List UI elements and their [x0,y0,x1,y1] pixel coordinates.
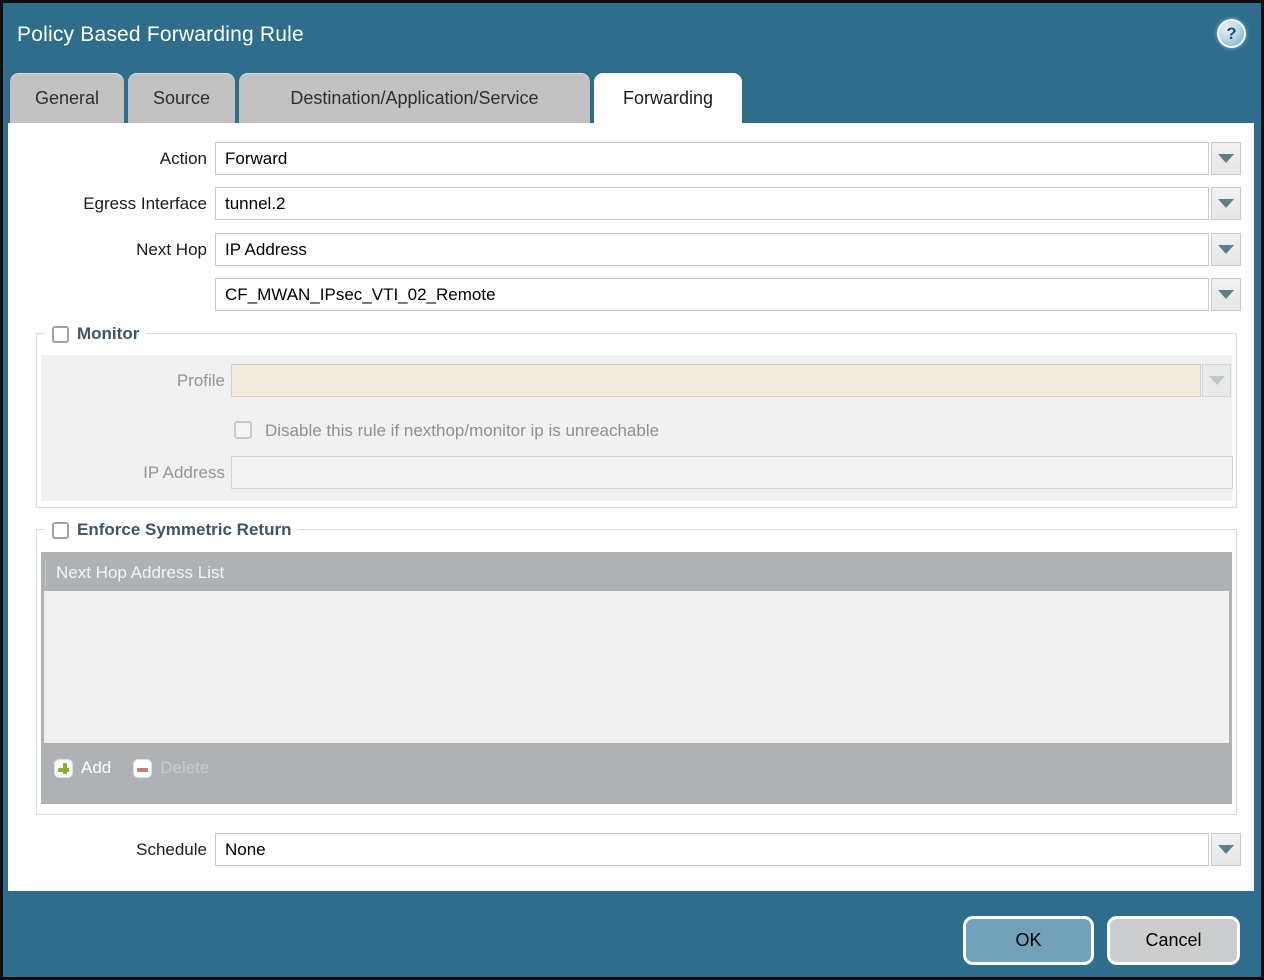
monitor-checkbox[interactable] [52,326,69,343]
monitor-ip-address-label: IP Address [41,456,225,489]
add-button[interactable]: Add [54,758,111,778]
delete-button-label: Delete [160,758,209,778]
add-button-label: Add [81,758,111,778]
chevron-down-icon [1218,245,1234,254]
chevron-down-icon [1218,845,1234,854]
forwarding-tab-panel: Action Forward Egress Interface tunnel.2… [8,123,1254,891]
chevron-down-icon [1218,199,1234,208]
schedule-select[interactable]: None [215,833,1209,866]
monitor-legend-label: Monitor [77,324,139,344]
tab-forwarding[interactable]: Forwarding [594,73,742,123]
next-hop-address-table: Next Hop Address List Add Delete [41,552,1232,804]
enforce-symmetric-return-checkbox[interactable] [52,522,69,539]
next-hop-address-dropdown-button[interactable] [1211,278,1241,311]
next-hop-address-table-toolbar: Add Delete [44,748,1229,788]
egress-interface-dropdown-button[interactable] [1211,187,1241,220]
cancel-button[interactable]: Cancel [1107,916,1240,965]
schedule-label: Schedule [8,833,207,866]
enforce-symmetric-return-legend: Enforce Symmetric Return [45,517,298,543]
action-dropdown-button[interactable] [1211,142,1241,175]
next-hop-address-list-column-header[interactable]: Next Hop Address List [44,555,1229,591]
tab-source[interactable]: Source [128,73,235,123]
chevron-down-icon [1209,376,1225,385]
monitor-ip-address-row: IP Address [41,456,1232,489]
chevron-down-icon [1218,290,1234,299]
next-hop-address-table-body[interactable] [44,591,1229,743]
monitor-profile-dropdown-button [1202,364,1231,397]
tab-general[interactable]: General [10,73,124,123]
action-select[interactable]: Forward [215,142,1209,175]
plus-icon [54,759,73,778]
tab-destination-application-service[interactable]: Destination/Application/Service [239,73,590,123]
monitor-legend: Monitor [45,321,146,347]
policy-based-forwarding-rule-dialog: Policy Based Forwarding Rule ? General S… [0,0,1264,980]
disable-rule-label: Disable this rule if nexthop/monitor ip … [265,414,659,447]
monitor-ip-address-input [231,456,1233,489]
monitor-disable-rule-row: Disable this rule if nexthop/monitor ip … [41,414,1232,447]
monitor-profile-label: Profile [41,364,225,397]
minus-icon [133,759,152,778]
tab-bar: General Source Destination/Application/S… [10,73,742,123]
next-hop-address-select[interactable]: CF_MWAN_IPsec_VTI_02_Remote [215,278,1209,311]
monitor-fieldset-body: Profile Disable this rule if nexthop/mon… [41,355,1232,501]
next-hop-label: Next Hop [8,233,207,266]
monitor-profile-select [231,364,1201,397]
monitor-fieldset: Monitor Profile Disable this rule if nex… [36,333,1237,508]
disable-rule-checkbox [234,421,252,439]
egress-interface-select[interactable]: tunnel.2 [215,187,1209,220]
ok-button[interactable]: OK [963,916,1094,965]
monitor-profile-row: Profile [41,364,1232,397]
schedule-dropdown-button[interactable] [1211,833,1241,866]
next-hop-type-dropdown-button[interactable] [1211,233,1241,266]
egress-interface-label: Egress Interface [8,187,207,220]
enforce-symmetric-return-fieldset: Enforce Symmetric Return Next Hop Addres… [36,529,1237,815]
dialog-title: Policy Based Forwarding Rule [17,23,304,47]
enforce-symmetric-return-legend-label: Enforce Symmetric Return [77,520,291,540]
action-label: Action [8,142,207,175]
chevron-down-icon [1218,154,1234,163]
next-hop-type-select[interactable]: IP Address [215,233,1209,266]
help-icon[interactable]: ? [1217,19,1246,48]
delete-button: Delete [133,758,209,778]
